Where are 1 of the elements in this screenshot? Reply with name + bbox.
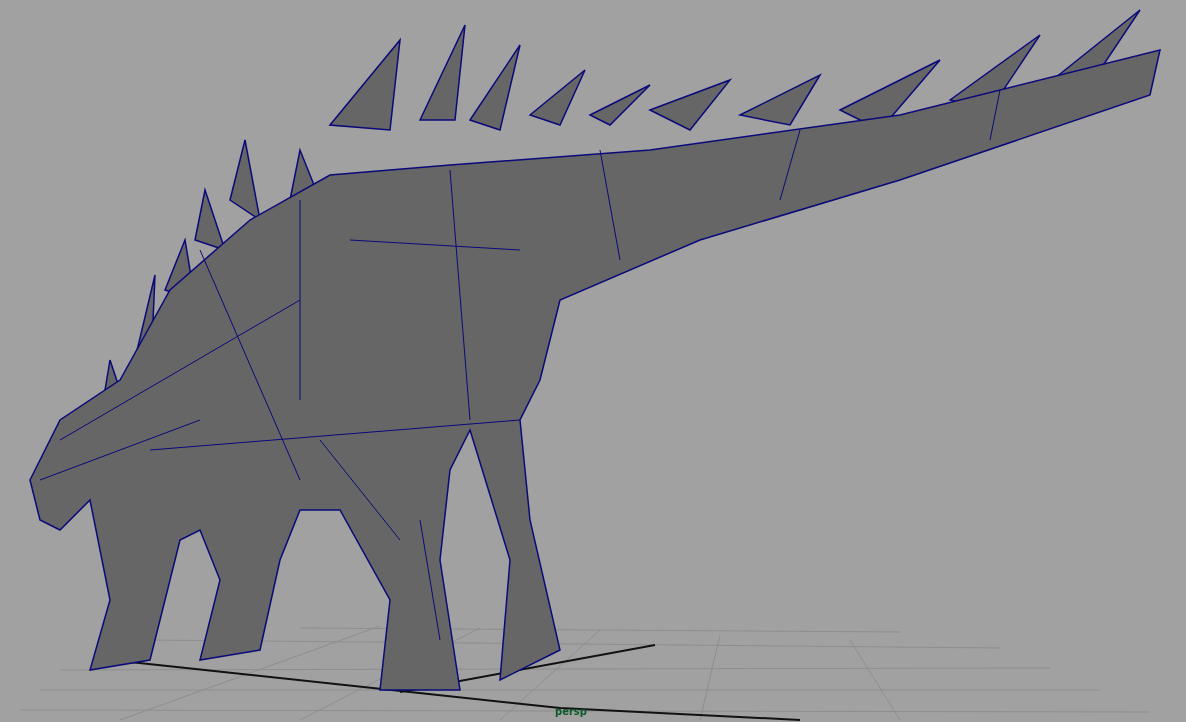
- camera-label: persp: [555, 706, 587, 718]
